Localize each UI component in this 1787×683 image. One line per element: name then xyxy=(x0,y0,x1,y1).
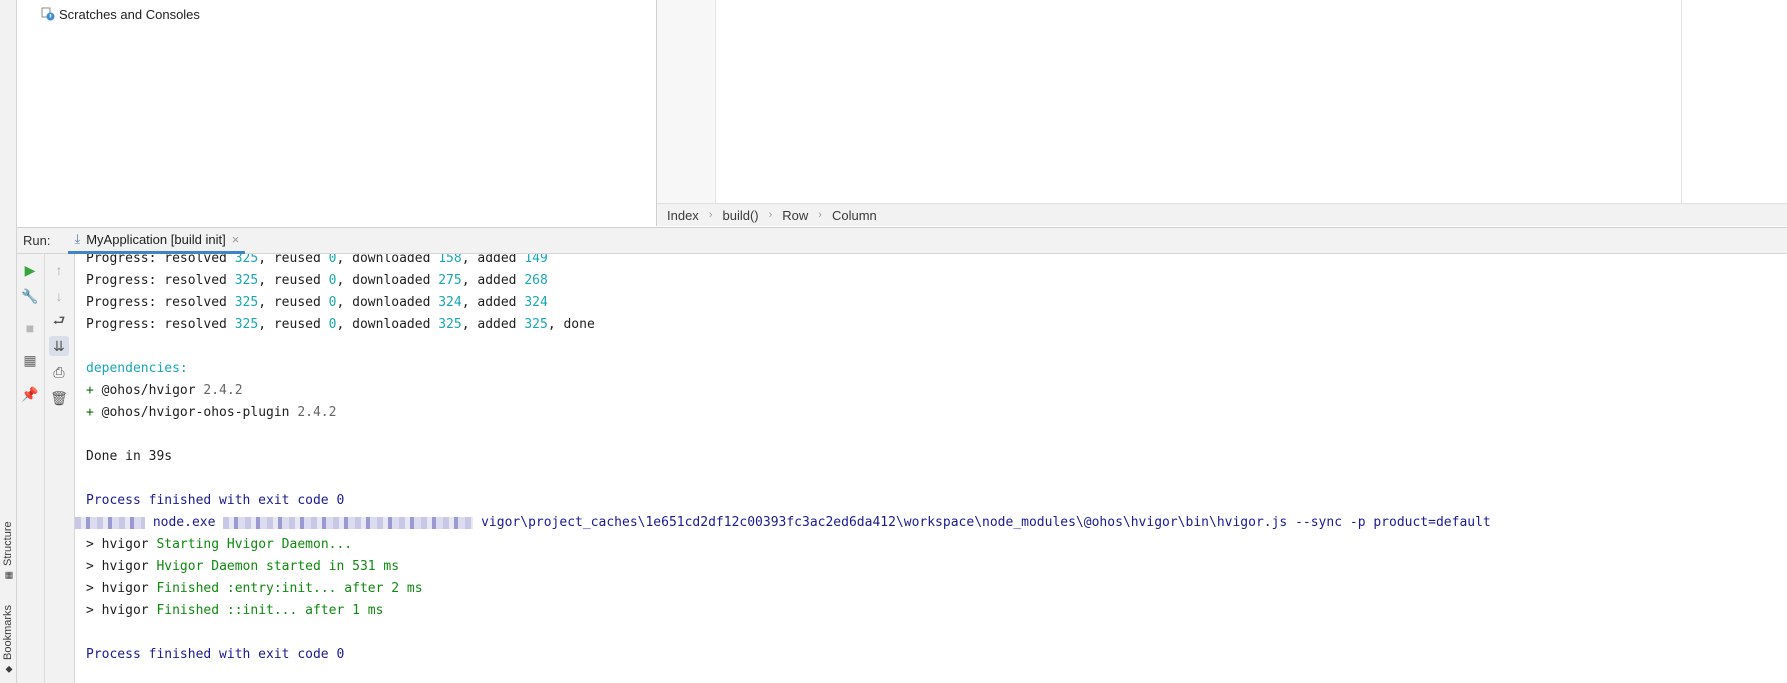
console-line: node.exe vigor\project_caches\1e651cd2df… xyxy=(75,514,1491,532)
layout-button[interactable]: ▦ xyxy=(20,350,40,370)
console-line: Progress: resolved 325, reused 0, downlo… xyxy=(86,273,548,288)
rerun-button[interactable]: ▶ xyxy=(20,260,40,280)
breadcrumb-item-index[interactable]: Index xyxy=(667,208,699,223)
tree-item-label: Scratches and Consoles xyxy=(59,6,200,22)
close-icon[interactable]: × xyxy=(232,232,240,247)
console-line: > hvigor Hvigor Daemon started in 531 ms xyxy=(86,559,400,574)
run-tab-myapplication[interactable]: ⤓ MyApplication [build init] × xyxy=(68,228,246,254)
scratches-icon xyxy=(41,7,55,21)
scroll-to-end-icon: ⇊ xyxy=(53,337,65,354)
print-button[interactable]: ⎙ xyxy=(49,362,69,382)
structure-tab[interactable]: ▦ Structure xyxy=(0,510,16,580)
console-line: dependencies: xyxy=(86,361,188,376)
console-line: > hvigor Finished ::init... after 1 ms xyxy=(86,603,384,618)
layout-icon: ▦ xyxy=(23,351,37,368)
bookmark-icon: ◆ xyxy=(3,664,13,674)
stop-button[interactable]: ■ xyxy=(20,318,40,338)
play-icon: ▶ xyxy=(24,261,36,278)
breadcrumb-separator: › xyxy=(768,209,773,221)
pin-icon: 📌 xyxy=(21,385,39,402)
console-line: > hvigor Finished :entry:init... after 2… xyxy=(86,581,423,596)
console-line: Progress: resolved 325, reused 0, downlo… xyxy=(86,254,548,266)
download-icon: ⤓ xyxy=(74,231,81,246)
arrow-down-icon: ↓ xyxy=(55,288,63,304)
run-tool-window-header: Run: ⤓ MyApplication [build init] × xyxy=(17,227,1787,254)
editor-area[interactable] xyxy=(657,0,1787,203)
breadcrumb-separator: › xyxy=(818,209,822,221)
console-line: + @ohos/hvigor 2.4.2 xyxy=(86,383,243,398)
run-toolbar-secondary: ↑ ↓ ⮐ ⇊ ⎙ 🗑 xyxy=(45,254,75,683)
console-line: Progress: resolved 325, reused 0, downlo… xyxy=(86,317,595,332)
soft-wrap-icon: ⮐ xyxy=(52,312,66,328)
pin-button[interactable]: 📌 xyxy=(20,384,40,404)
console-line: Process finished with exit code 0 xyxy=(86,647,345,662)
console-line: Progress: resolved 325, reused 0, downlo… xyxy=(86,295,548,310)
project-panel: Scratches and Consoles xyxy=(17,0,657,226)
redacted-region xyxy=(223,516,474,529)
run-label: Run: xyxy=(23,233,51,248)
left-tool-strip: ▦ Structure ◆ Bookmarks xyxy=(0,0,17,683)
arrow-up-icon: ↑ xyxy=(55,262,63,278)
redacted-region xyxy=(75,516,145,529)
breadcrumb-separator: › xyxy=(708,209,713,221)
editor-right-margin xyxy=(1681,0,1682,203)
editor-gutter xyxy=(657,0,716,203)
settings-button[interactable]: 🔧 xyxy=(20,286,40,306)
console-line: Done in 39s xyxy=(86,449,173,464)
run-toolbar-primary: ▶ 🔧 ■ ▦ 📌 xyxy=(17,254,45,683)
scroll-down-button[interactable]: ↓ xyxy=(49,286,69,306)
breadcrumb-item-row[interactable]: Row xyxy=(782,208,808,223)
console-line: + @ohos/hvigor-ohos-plugin 2.4.2 xyxy=(86,405,337,420)
trash-icon: 🗑 xyxy=(50,389,68,406)
console-line: Process finished with exit code 0 xyxy=(86,493,345,508)
clear-all-button[interactable]: 🗑 xyxy=(49,388,69,408)
run-tab-label: MyApplication [build init] xyxy=(86,231,226,247)
bookmarks-tab[interactable]: ◆ Bookmarks xyxy=(0,596,16,674)
printer-icon: ⎙ xyxy=(53,363,65,380)
console-output[interactable]: Progress: resolved 325, reused 0, downlo… xyxy=(75,254,1787,683)
breadcrumb-item-build[interactable]: build() xyxy=(722,208,758,223)
console-line: > hvigor Starting Hvigor Daemon... xyxy=(86,537,353,552)
breadcrumb: Index › build() › Row › Column xyxy=(657,203,1787,226)
structure-icon: ▦ xyxy=(3,570,13,580)
wrench-icon: 🔧 xyxy=(21,287,39,304)
soft-wrap-button[interactable]: ⮐ xyxy=(49,312,69,332)
bookmarks-tab-label: Bookmarks xyxy=(2,604,14,660)
scroll-up-button[interactable]: ↑ xyxy=(49,260,69,280)
structure-tab-label: Structure xyxy=(2,521,14,566)
stop-icon: ■ xyxy=(25,320,35,336)
tree-item-scratches[interactable]: Scratches and Consoles xyxy=(41,5,200,23)
breadcrumb-item-column[interactable]: Column xyxy=(832,208,877,223)
scroll-to-end-button[interactable]: ⇊ xyxy=(49,336,69,356)
